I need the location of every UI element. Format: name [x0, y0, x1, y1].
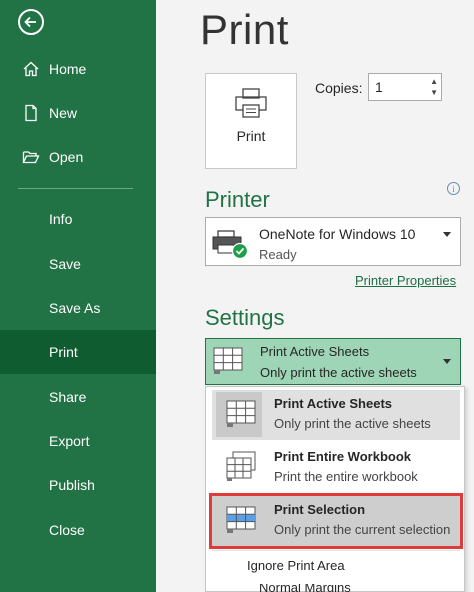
option-print-active-sheets[interactable]: Print Active Sheets Only print the activ… — [212, 390, 460, 440]
option-desc: Only print the current selection — [274, 522, 451, 537]
current-setting-desc: Only print the active sheets — [260, 365, 417, 380]
nav-close-label: Close — [49, 522, 85, 538]
printer-dropdown[interactable]: OneNote for Windows 10 Ready — [205, 217, 461, 266]
option-desc: Only print the active sheets — [274, 416, 431, 431]
option-title: Print Entire Workbook — [274, 449, 411, 464]
menu-divider — [212, 550, 460, 551]
printer-icon — [235, 88, 267, 118]
nav-save-as[interactable]: Save As — [0, 286, 156, 330]
nav-share-label: Share — [49, 389, 87, 405]
nav-print-label: Print — [49, 344, 78, 360]
nav-share[interactable]: Share — [0, 375, 156, 419]
nav-publish-label: Publish — [49, 477, 95, 493]
active-sheets-icon — [224, 398, 258, 435]
copies-value: 1 — [375, 79, 383, 95]
sidebar-divider — [18, 188, 133, 189]
nav-home[interactable]: Home — [0, 47, 156, 91]
printer-name: OneNote for Windows 10 — [259, 226, 416, 242]
print-what-menu: Print Active Sheets Only print the activ… — [205, 386, 465, 592]
settings-heading: Settings — [205, 305, 285, 330]
nav-save-label: Save — [49, 256, 81, 272]
page-title: Print — [200, 6, 289, 53]
printer-ready-icon — [212, 229, 250, 264]
nav-export-label: Export — [49, 433, 90, 449]
option-print-entire-workbook[interactable]: Print Entire Workbook Print the entire w… — [212, 443, 460, 493]
folder-open-icon — [0, 148, 49, 166]
copies-label: Copies: — [315, 80, 363, 96]
nav-new[interactable]: New — [0, 91, 156, 135]
new-file-icon — [0, 104, 49, 122]
dropdown-caret-icon — [443, 359, 451, 364]
backstage-sidebar: Home New Open Info Save Save As Print Sh… — [0, 0, 156, 592]
chevron-up-icon[interactable]: ▲ — [430, 76, 438, 87]
back-arrow-icon[interactable] — [18, 9, 44, 35]
info-icon[interactable]: i — [447, 182, 460, 195]
ignore-print-area-option[interactable]: Ignore Print Area — [247, 558, 345, 573]
option-title: Print Active Sheets — [274, 396, 393, 411]
chevron-down-icon[interactable]: ▼ — [430, 87, 438, 98]
printer-heading: Printer — [205, 187, 270, 212]
option-title: Print Selection — [274, 502, 366, 517]
option-desc: Print the entire workbook — [274, 469, 418, 484]
nav-print[interactable]: Print — [0, 330, 156, 374]
current-setting-title: Print Active Sheets — [260, 344, 370, 359]
nav-save[interactable]: Save — [0, 242, 156, 286]
nav-save-as-label: Save As — [49, 300, 101, 316]
nav-publish[interactable]: Publish — [0, 463, 156, 507]
nav-open[interactable]: Open — [0, 135, 156, 179]
nav-close[interactable]: Close — [0, 508, 156, 552]
home-icon — [0, 60, 49, 78]
nav-new-label: New — [49, 105, 78, 121]
nav-info[interactable]: Info — [0, 197, 156, 241]
nav-export[interactable]: Export — [0, 419, 156, 463]
nav-home-label: Home — [49, 61, 87, 77]
dropdown-caret-icon — [443, 232, 451, 237]
selection-icon — [224, 504, 258, 541]
print-button-label: Print — [236, 128, 266, 144]
printer-properties-link[interactable]: Printer Properties — [355, 273, 456, 288]
option-print-selection[interactable]: Print Selection Only print the current s… — [209, 493, 463, 549]
entire-workbook-icon — [224, 451, 258, 488]
nav-open-label: Open — [49, 149, 84, 165]
print-button[interactable]: Print — [205, 73, 297, 169]
printer-status: Ready — [259, 247, 297, 262]
spin-buttons[interactable]: ▲ ▼ — [430, 76, 438, 98]
nav-info-label: Info — [49, 211, 73, 227]
sheets-grid-icon — [211, 346, 245, 381]
margins-label: Normal Margins — [259, 584, 351, 592]
print-panel: Print Print Copies: 1 ▲ ▼ Printer i OneN… — [156, 0, 474, 592]
margins-dropdown-partial[interactable]: Normal Margins — [205, 584, 461, 592]
copies-stepper[interactable]: 1 ▲ ▼ — [368, 73, 442, 101]
print-what-dropdown[interactable]: Print Active Sheets Only print the activ… — [205, 338, 461, 385]
